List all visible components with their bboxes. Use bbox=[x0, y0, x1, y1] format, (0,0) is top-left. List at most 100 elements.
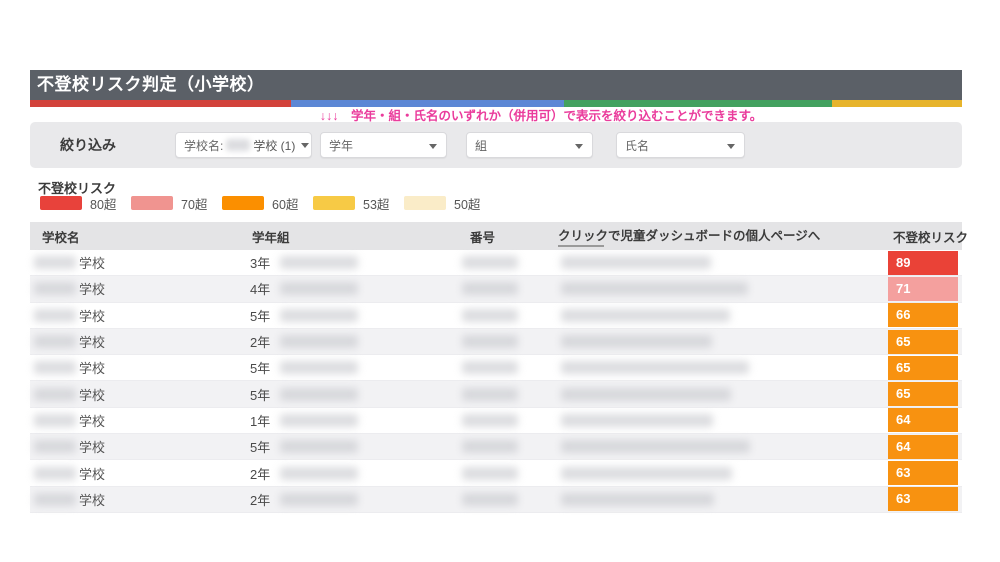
stripe-segment-blue bbox=[291, 100, 564, 107]
class-filter-dropdown[interactable]: 組 bbox=[466, 132, 593, 158]
legend-label: 60超 bbox=[272, 194, 302, 213]
student-dashboard-link[interactable] bbox=[545, 329, 888, 354]
cell-number bbox=[448, 434, 545, 459]
cell-school: 学校 bbox=[30, 434, 248, 459]
blurred-school-prefix bbox=[34, 361, 76, 374]
student-dashboard-link[interactable] bbox=[545, 434, 888, 459]
cell-number bbox=[448, 329, 545, 354]
student-dashboard-link[interactable] bbox=[545, 408, 888, 433]
cell-grade-class: 5年 bbox=[248, 381, 448, 406]
cell-number bbox=[448, 303, 545, 328]
cell-risk: 89 bbox=[888, 250, 962, 275]
name-filter-dropdown[interactable]: 氏名 bbox=[616, 132, 745, 158]
blurred-class bbox=[280, 388, 358, 401]
header-grade-class: 学年組 bbox=[248, 227, 448, 246]
school-filter-dropdown[interactable]: 学校名: 学校 (1) bbox=[175, 132, 312, 158]
risk-score-badge: 65 bbox=[888, 382, 958, 406]
cell-risk: 65 bbox=[888, 329, 962, 354]
risk-table: 学校名 学年組 番号 クリックで児童ダッシュボードの個人ページへ 不登校リスク … bbox=[30, 222, 962, 513]
header-risk: 不登校リスク bbox=[888, 227, 962, 246]
blurred-student-name bbox=[561, 361, 749, 374]
cell-number bbox=[448, 381, 545, 406]
school-name-text: 学校 bbox=[79, 279, 105, 298]
blurred-school-prefix bbox=[34, 493, 76, 506]
table-row: 学校 5年 64 bbox=[30, 434, 962, 460]
legend-color-swatch bbox=[222, 196, 264, 210]
page: 不登校リスク判定（小学校） ↓↓↓ 学年・組・氏名のいずれか（併用可）で表示を絞… bbox=[0, 0, 1000, 562]
blurred-number bbox=[462, 335, 518, 348]
cell-risk: 63 bbox=[888, 460, 962, 485]
blurred-number bbox=[462, 467, 518, 480]
school-name-text: 学校 bbox=[79, 437, 105, 456]
risk-score-badge: 64 bbox=[888, 408, 958, 432]
cell-school: 学校 bbox=[30, 408, 248, 433]
school-name-text: 学校 bbox=[79, 332, 105, 351]
student-dashboard-link[interactable] bbox=[545, 460, 888, 485]
blurred-school-prefix bbox=[34, 309, 76, 322]
table-row: 学校 2年 63 bbox=[30, 487, 962, 513]
blurred-school-prefix bbox=[34, 335, 76, 348]
student-dashboard-link[interactable] bbox=[545, 487, 888, 512]
table-row: 学校 4年 71 bbox=[30, 276, 962, 302]
table-row: 学校 5年 65 bbox=[30, 381, 962, 407]
risk-score-badge: 66 bbox=[888, 303, 958, 327]
blurred-school-prefix bbox=[34, 388, 76, 401]
legend-label: 50超 bbox=[454, 194, 484, 213]
blurred-number bbox=[462, 388, 518, 401]
grade-text: 5年 bbox=[250, 358, 270, 377]
student-dashboard-link[interactable] bbox=[545, 381, 888, 406]
risk-score-badge: 64 bbox=[888, 435, 958, 459]
legend-item: 60超 bbox=[222, 194, 302, 213]
cell-school: 学校 bbox=[30, 250, 248, 275]
school-name-text: 学校 bbox=[79, 253, 105, 272]
grade-text: 3年 bbox=[250, 253, 270, 272]
risk-score-badge: 65 bbox=[888, 356, 958, 380]
table-body: 学校 3年 89 学校 4年 71 bbox=[30, 250, 962, 513]
filter-section-label: 絞り込み bbox=[60, 122, 116, 168]
grade-filter-dropdown[interactable]: 学年 bbox=[320, 132, 447, 158]
cell-grade-class: 5年 bbox=[248, 355, 448, 380]
blurred-class bbox=[280, 493, 358, 506]
cell-risk: 66 bbox=[888, 303, 962, 328]
cell-grade-class: 3年 bbox=[248, 250, 448, 275]
legend-label: 53超 bbox=[363, 194, 393, 213]
cell-number bbox=[448, 276, 545, 301]
class-filter-label: 組 bbox=[475, 137, 487, 154]
cell-grade-class: 2年 bbox=[248, 329, 448, 354]
legend-color-swatch bbox=[313, 196, 355, 210]
legend-item: 53超 bbox=[313, 194, 393, 213]
blurred-student-name bbox=[561, 388, 731, 401]
chevron-down-icon bbox=[301, 143, 309, 148]
table-header-row: 学校名 学年組 番号 クリックで児童ダッシュボードの個人ページへ 不登校リスク bbox=[30, 222, 962, 250]
cell-risk: 65 bbox=[888, 355, 962, 380]
grade-text: 1年 bbox=[250, 411, 270, 430]
grade-text: 2年 bbox=[250, 332, 270, 351]
stripe-segment-gold bbox=[832, 100, 962, 107]
student-dashboard-link[interactable] bbox=[545, 250, 888, 275]
header-number: 番号 bbox=[448, 227, 545, 246]
grade-text: 5年 bbox=[250, 437, 270, 456]
legend-label: 70超 bbox=[181, 194, 211, 213]
legend-color-swatch bbox=[131, 196, 173, 210]
grade-text: 5年 bbox=[250, 385, 270, 404]
blurred-class bbox=[280, 335, 358, 348]
cell-school: 学校 bbox=[30, 329, 248, 354]
blurred-class bbox=[280, 309, 358, 322]
school-name-text: 学校 bbox=[79, 306, 105, 325]
table-row: 学校 2年 65 bbox=[30, 329, 962, 355]
blurred-number bbox=[462, 440, 518, 453]
grade-text: 2年 bbox=[250, 490, 270, 509]
chevron-down-icon bbox=[727, 144, 735, 149]
stripe-segment-red bbox=[30, 100, 291, 107]
name-filter-label: 氏名 bbox=[625, 137, 649, 154]
student-dashboard-link[interactable] bbox=[545, 355, 888, 380]
school-name-text: 学校 bbox=[79, 411, 105, 430]
student-dashboard-link[interactable] bbox=[545, 303, 888, 328]
school-filter-label: 学校名: bbox=[184, 137, 223, 154]
cell-risk: 71 bbox=[888, 276, 962, 301]
legend-color-swatch bbox=[40, 196, 82, 210]
student-dashboard-link[interactable] bbox=[545, 276, 888, 301]
cell-grade-class: 5年 bbox=[248, 303, 448, 328]
blurred-class bbox=[280, 361, 358, 374]
blurred-class bbox=[280, 467, 358, 480]
